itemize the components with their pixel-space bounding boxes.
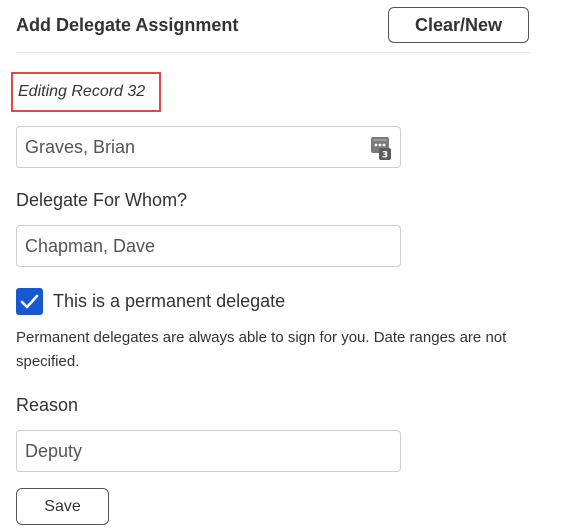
- permanent-delegate-checkbox[interactable]: [16, 288, 43, 315]
- reason-input[interactable]: [16, 430, 401, 472]
- editing-record-label: Editing Record 32: [18, 83, 146, 100]
- permanent-delegate-label[interactable]: This is a permanent delegate: [53, 291, 285, 312]
- for-whom-label: Delegate For Whom?: [16, 190, 188, 210]
- delegate-assignment-form: Add Delegate Assignment Clear/New Editin…: [0, 0, 561, 532]
- form-header: Add Delegate Assignment Clear/New: [16, 0, 531, 53]
- clear-new-button[interactable]: Clear/New: [388, 7, 529, 43]
- save-button[interactable]: Save: [16, 488, 109, 525]
- editing-record-highlight: Editing Record 32: [11, 72, 161, 112]
- permanent-delegate-help: Permanent delegates are always able to s…: [16, 329, 507, 370]
- form-title: Add Delegate Assignment: [16, 15, 239, 35]
- delegate-name-input[interactable]: [16, 126, 401, 168]
- reason-label: Reason: [16, 395, 79, 415]
- contact-card-icon[interactable]: 3: [370, 135, 392, 161]
- svg-text:3: 3: [382, 151, 388, 161]
- checkmark-icon: [20, 294, 39, 309]
- for-whom-input[interactable]: [16, 225, 401, 267]
